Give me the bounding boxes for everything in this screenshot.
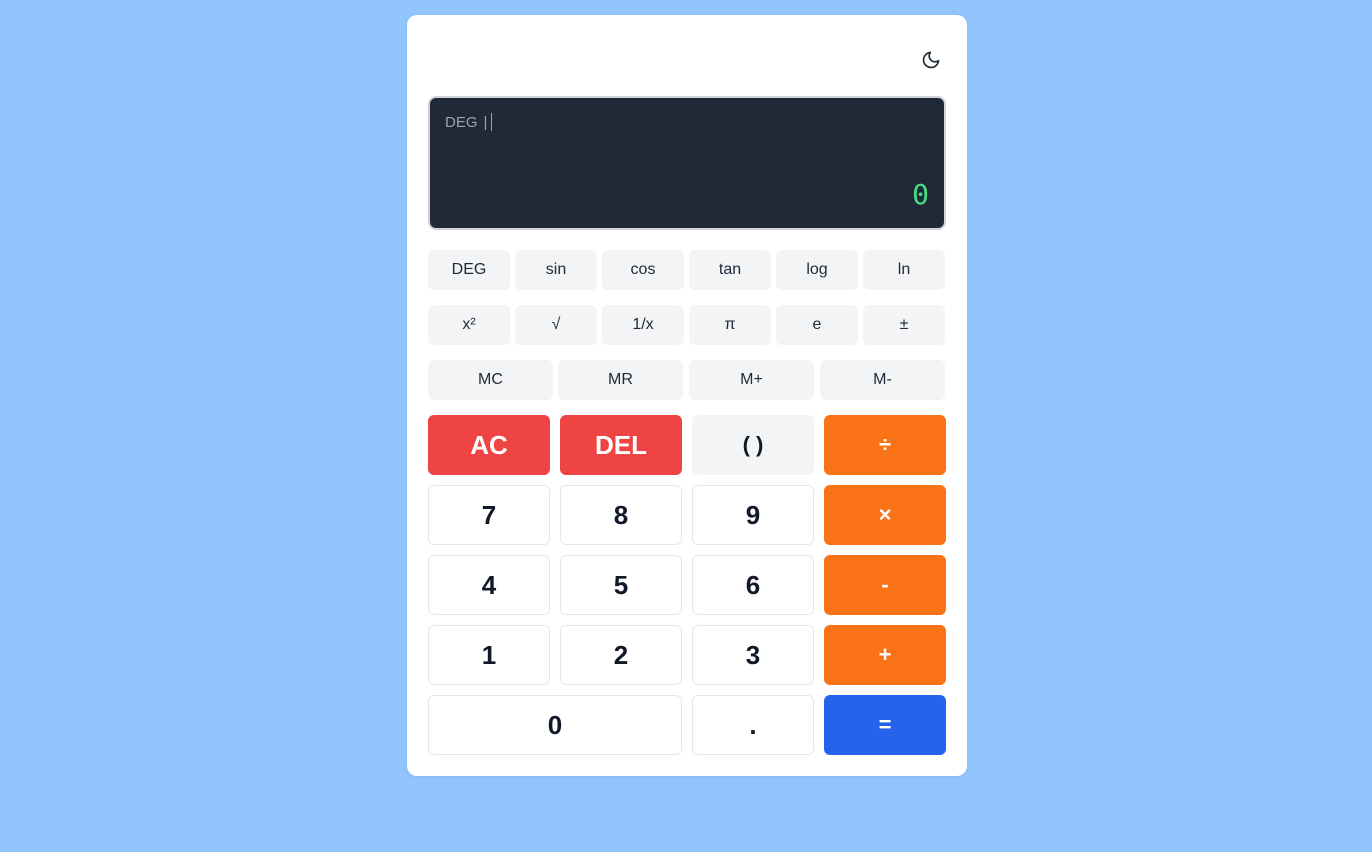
digit-6-button[interactable]: 6 <box>692 555 814 615</box>
separator: | <box>483 113 488 131</box>
log-button[interactable]: log <box>776 250 858 290</box>
digit-2-button[interactable]: 2 <box>560 625 682 685</box>
digit-4-button[interactable]: 4 <box>428 555 550 615</box>
expression-line: DEG | <box>445 113 493 131</box>
digit-7-button[interactable]: 7 <box>428 485 550 545</box>
digit-1-button[interactable]: 1 <box>428 625 550 685</box>
calculator-card: DEG | 0 DEG sin cos tan log ln x² √ 1/x … <box>407 15 967 776</box>
multiply-button[interactable]: × <box>824 485 946 545</box>
memory-subtract-button[interactable]: M- <box>820 360 945 400</box>
digit-3-button[interactable]: 3 <box>692 625 814 685</box>
memory-recall-button[interactable]: MR <box>558 360 683 400</box>
all-clear-button[interactable]: AC <box>428 415 550 475</box>
add-button[interactable]: + <box>824 625 946 685</box>
digit-0-button[interactable]: 0 <box>428 695 682 755</box>
result-value: 0 <box>912 178 929 211</box>
input-caret <box>491 113 493 131</box>
memory-add-button[interactable]: M+ <box>689 360 814 400</box>
ln-button[interactable]: ln <box>863 250 945 290</box>
equals-button[interactable]: = <box>824 695 946 755</box>
theme-toggle-button[interactable] <box>917 48 945 76</box>
delete-button[interactable]: DEL <box>560 415 682 475</box>
decimal-point-button[interactable]: . <box>692 695 814 755</box>
euler-button[interactable]: e <box>776 305 858 345</box>
tan-button[interactable]: tan <box>689 250 771 290</box>
cos-button[interactable]: cos <box>602 250 684 290</box>
sqrt-button[interactable]: √ <box>515 305 597 345</box>
moon-icon <box>921 50 941 75</box>
calculator-display: DEG | 0 <box>428 96 946 230</box>
sin-button[interactable]: sin <box>515 250 597 290</box>
memory-clear-button[interactable]: MC <box>428 360 553 400</box>
angle-mode-indicator: DEG <box>445 113 478 131</box>
deg-mode-button[interactable]: DEG <box>428 250 510 290</box>
reciprocal-button[interactable]: 1/x <box>602 305 684 345</box>
subtract-button[interactable]: - <box>824 555 946 615</box>
parentheses-button[interactable]: ( ) <box>692 415 814 475</box>
pi-button[interactable]: π <box>689 305 771 345</box>
digit-9-button[interactable]: 9 <box>692 485 814 545</box>
digit-8-button[interactable]: 8 <box>560 485 682 545</box>
divide-button[interactable]: ÷ <box>824 415 946 475</box>
sign-toggle-button[interactable]: ± <box>863 305 945 345</box>
digit-5-button[interactable]: 5 <box>560 555 682 615</box>
square-button[interactable]: x² <box>428 305 510 345</box>
